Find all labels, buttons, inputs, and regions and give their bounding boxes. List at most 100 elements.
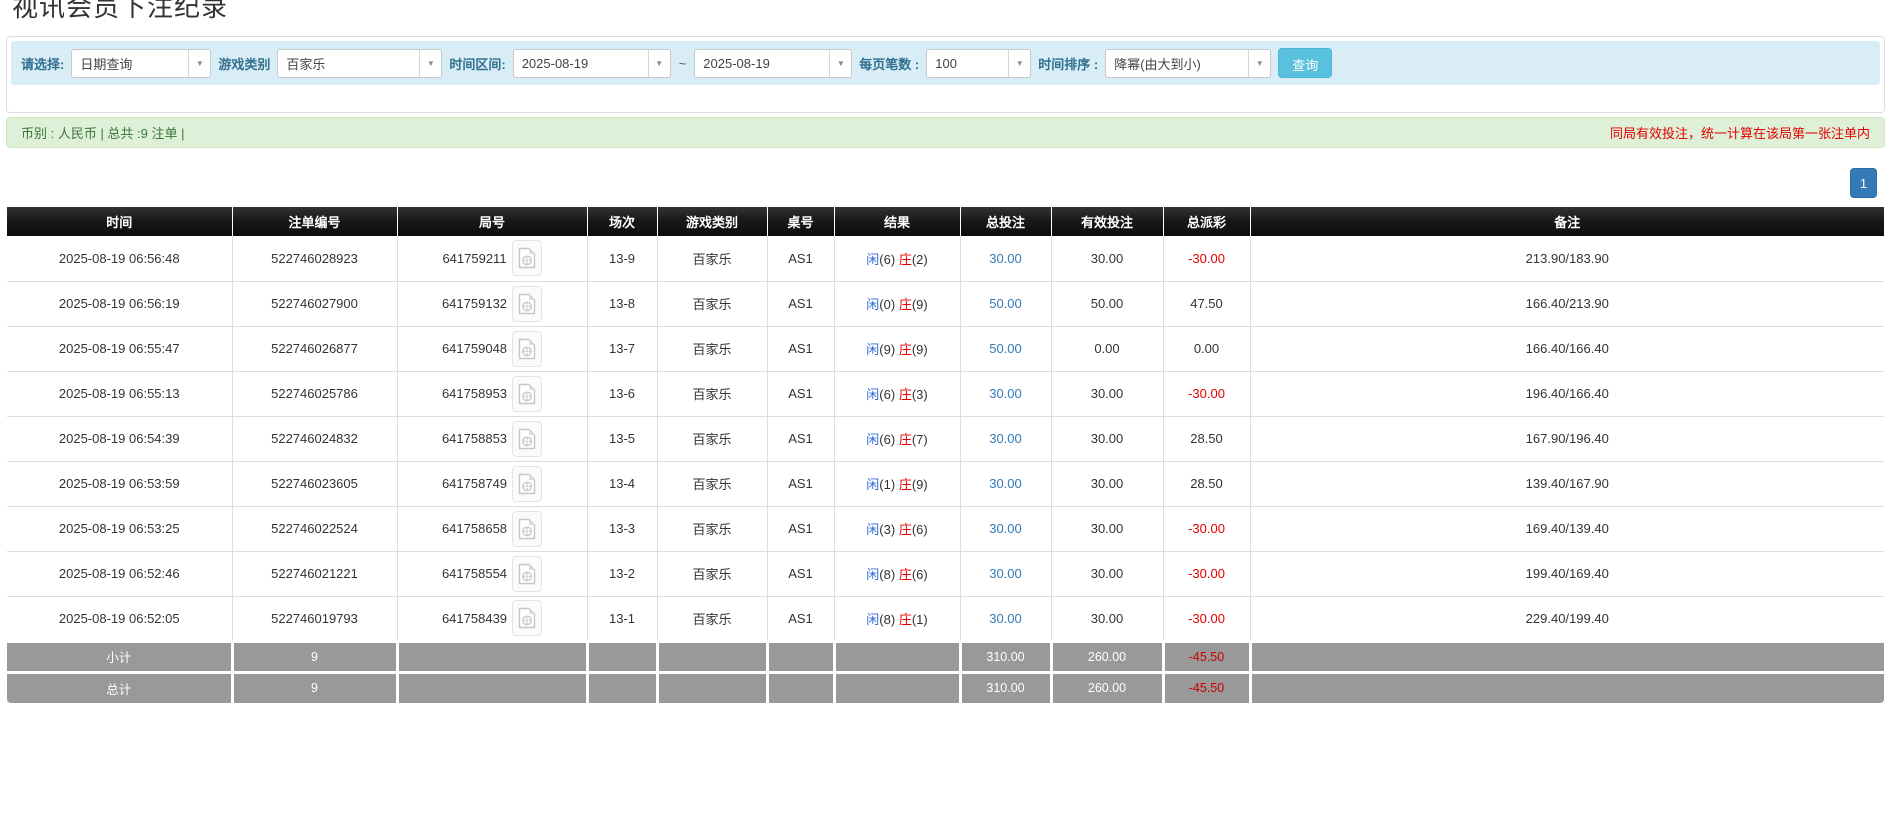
- result-cell: 闲(1) 庄(9): [834, 461, 960, 506]
- search-button[interactable]: 查询: [1278, 48, 1332, 78]
- session-cell: 13-4: [587, 461, 657, 506]
- footer-empty-cell: [834, 641, 960, 672]
- round-cell: 641758853: [397, 416, 587, 461]
- player-result: 闲: [866, 252, 879, 267]
- total-bet-link[interactable]: 50.00: [989, 296, 1022, 311]
- date-from-select[interactable]: 2025-08-19 ▼: [513, 49, 671, 78]
- remark-cell: 166.40/166.40: [1250, 326, 1884, 371]
- game-type-cell: 百家乐: [657, 596, 767, 641]
- session-cell: 13-6: [587, 371, 657, 416]
- footer-count-cell: 9: [232, 672, 397, 703]
- total-bet-link[interactable]: 30.00: [989, 476, 1022, 491]
- player-result: 闲: [866, 297, 879, 312]
- valid-bet-cell: 30.00: [1051, 416, 1163, 461]
- banker-score: (7): [912, 432, 928, 447]
- video-replay-icon: [518, 293, 536, 315]
- time-cell: 2025-08-19 06:56:19: [7, 281, 232, 326]
- game-type-cell: 百家乐: [657, 461, 767, 506]
- total-bet-link[interactable]: 30.00: [989, 521, 1022, 536]
- footer-payout-cell: -45.50: [1163, 672, 1250, 703]
- page-size-label: 每页笔数 :: [859, 54, 919, 73]
- result-cell: 闲(0) 庄(9): [834, 281, 960, 326]
- round-id: 641758853: [442, 431, 507, 446]
- video-replay-button[interactable]: [512, 286, 542, 322]
- valid-bet-cell: 30.00: [1051, 551, 1163, 596]
- time-cell: 2025-08-19 06:52:46: [7, 551, 232, 596]
- column-header-6: 结果: [834, 207, 960, 236]
- date-to-select[interactable]: 2025-08-19 ▼: [694, 49, 852, 78]
- total-bet-cell: 30.00: [960, 371, 1051, 416]
- valid-bet-cell: 30.00: [1051, 461, 1163, 506]
- chevron-down-icon: ▼: [419, 50, 441, 77]
- remark-cell: 229.40/199.40: [1250, 596, 1884, 641]
- payout-cell: -30.00: [1163, 551, 1250, 596]
- table-row: 2025-08-19 06:55:47522746026877641759048…: [7, 326, 1884, 371]
- remark-cell: 139.40/167.90: [1250, 461, 1884, 506]
- total-bet-link[interactable]: 30.00: [989, 611, 1022, 626]
- video-replay-button[interactable]: [512, 421, 542, 457]
- records-table: 时间注单编号局号场次游戏类别桌号结果总投注有效投注总派彩备注2025-08-19…: [7, 207, 1884, 703]
- query-type-select[interactable]: 日期查询 ▼: [71, 49, 211, 78]
- total-bet-link[interactable]: 30.00: [989, 566, 1022, 581]
- chevron-down-icon: ▼: [648, 50, 670, 77]
- chevron-down-icon: ▼: [829, 50, 851, 77]
- game-type-select[interactable]: 百家乐 ▼: [277, 49, 442, 78]
- round-cell: 641758658: [397, 506, 587, 551]
- banker-score: (2): [912, 252, 928, 267]
- column-header-3: 场次: [587, 207, 657, 236]
- video-replay-button[interactable]: [512, 331, 542, 367]
- table-row: 2025-08-19 06:52:46522746021221641758554…: [7, 551, 1884, 596]
- date-from-value: 2025-08-19: [514, 56, 648, 71]
- video-replay-icon: [518, 383, 536, 405]
- banker-result: 庄: [899, 567, 912, 582]
- video-replay-button[interactable]: [512, 466, 542, 502]
- time-sort-select[interactable]: 降幂(由大到小) ▼: [1105, 49, 1271, 78]
- round-id: 641759132: [442, 296, 507, 311]
- player-score: (9): [879, 342, 895, 357]
- game-type-cell: 百家乐: [657, 416, 767, 461]
- date-to-value: 2025-08-19: [695, 56, 829, 71]
- banker-result: 庄: [899, 612, 912, 627]
- remark-cell: 213.90/183.90: [1250, 236, 1884, 281]
- table-no-cell: AS1: [767, 281, 834, 326]
- total-bet-link[interactable]: 50.00: [989, 341, 1022, 356]
- table-header-row: 时间注单编号局号场次游戏类别桌号结果总投注有效投注总派彩备注: [7, 207, 1884, 236]
- total-bet-cell: 30.00: [960, 551, 1051, 596]
- total-bet-link[interactable]: 30.00: [989, 251, 1022, 266]
- video-replay-button[interactable]: [512, 600, 542, 636]
- round-id: 641758953: [442, 386, 507, 401]
- video-replay-button[interactable]: [512, 511, 542, 547]
- filter-panel: 请选择: 日期查询 ▼ 游戏类别 百家乐 ▼ 时间区间: 2025-08-19 …: [6, 36, 1885, 113]
- table-no-cell: AS1: [767, 596, 834, 641]
- bet-id-cell: 522746027900: [232, 281, 397, 326]
- page-title: 视讯会员下注纪录: [12, 0, 1891, 24]
- total-bet-cell: 30.00: [960, 596, 1051, 641]
- bet-id-cell: 522746025786: [232, 371, 397, 416]
- page-1-button[interactable]: 1: [1850, 168, 1877, 198]
- result-cell: 闲(6) 庄(7): [834, 416, 960, 461]
- table-row: 2025-08-19 06:53:59522746023605641758749…: [7, 461, 1884, 506]
- banker-result: 庄: [899, 477, 912, 492]
- footer-remark-cell: [1250, 672, 1884, 703]
- player-score: (0): [879, 297, 895, 312]
- table-row: 2025-08-19 06:56:48522746028923641759211…: [7, 236, 1884, 281]
- game-type-cell: 百家乐: [657, 551, 767, 596]
- round-id: 641759048: [442, 341, 507, 356]
- player-result: 闲: [866, 567, 879, 582]
- payout-cell: 47.50: [1163, 281, 1250, 326]
- bet-id-cell: 522746022524: [232, 506, 397, 551]
- total-bet-link[interactable]: 30.00: [989, 431, 1022, 446]
- total-bet-cell: 50.00: [960, 326, 1051, 371]
- bet-id-cell: 522746028923: [232, 236, 397, 281]
- total-bet-cell: 50.00: [960, 281, 1051, 326]
- video-replay-icon: [518, 607, 536, 629]
- footer-label-cell: 总计: [7, 672, 232, 703]
- total-bet-link[interactable]: 30.00: [989, 386, 1022, 401]
- page-size-select[interactable]: 100 ▼: [926, 49, 1031, 78]
- table-no-cell: AS1: [767, 551, 834, 596]
- video-replay-button[interactable]: [512, 376, 542, 412]
- valid-bet-cell: 30.00: [1051, 236, 1163, 281]
- currency-total-info: 币别 : 人民币 | 总共 :9 注单 |: [21, 123, 185, 142]
- video-replay-button[interactable]: [512, 556, 542, 592]
- video-replay-button[interactable]: [512, 240, 542, 276]
